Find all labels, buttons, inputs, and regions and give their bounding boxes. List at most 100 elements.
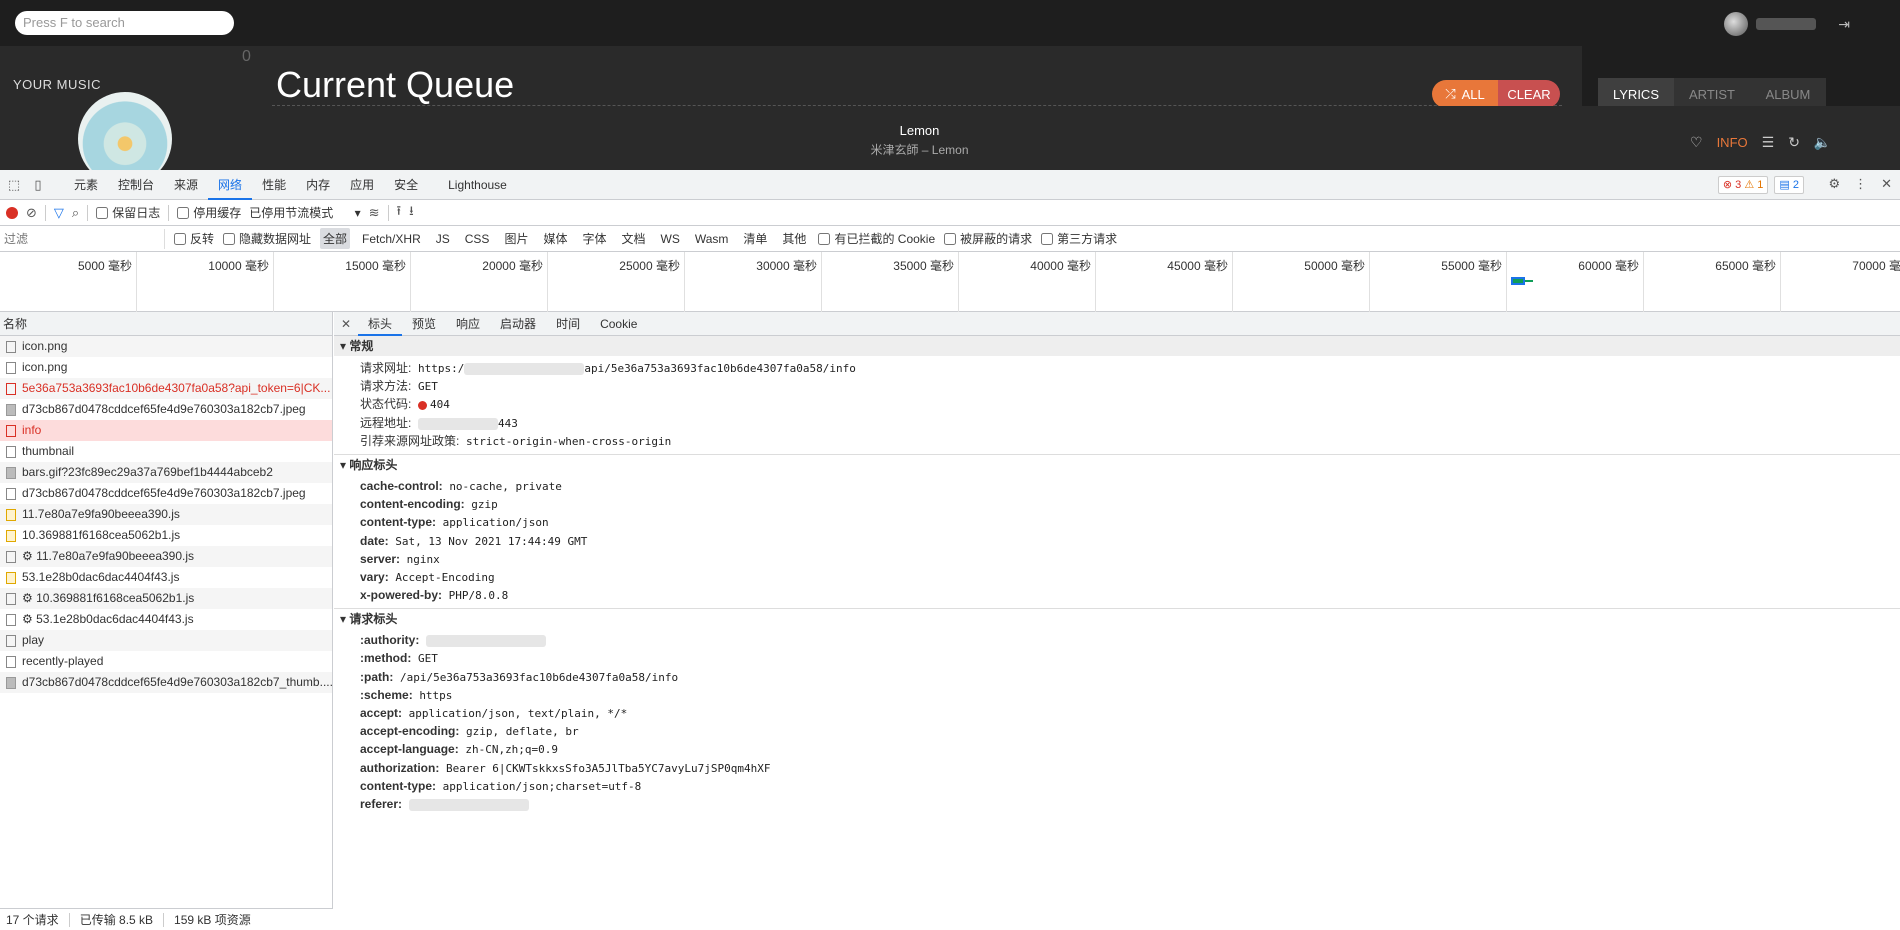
close-icon[interactable]: ✕ — [1881, 176, 1892, 192]
blocked-cookies-checkbox[interactable]: 有已拦截的 Cookie — [818, 230, 935, 247]
devtools-actions: ⚙ ⋮ ✕ — [1828, 176, 1892, 192]
blocked-requests-input[interactable] — [944, 232, 957, 245]
message-badge[interactable]: ▤ 2 — [1774, 176, 1804, 194]
table-row[interactable]: d73cb867d0478cddcef65fe4d9e760303a182cb7… — [0, 483, 332, 504]
equalizer-icon[interactable]: ☰ — [1762, 134, 1775, 151]
table-row[interactable]: info — [0, 420, 332, 441]
tab-headers[interactable]: 标头 — [358, 312, 403, 336]
search-icon[interactable]: ⌕ — [72, 205, 79, 221]
heart-icon[interactable]: ♡ — [1690, 134, 1703, 151]
type-img[interactable]: 图片 — [501, 228, 531, 249]
tab-application[interactable]: 应用 — [340, 170, 384, 200]
table-row[interactable]: ⚙ 11.7e80a7e9fa90beeea390.js — [0, 546, 332, 567]
clear-icon[interactable]: ⊘ — [26, 205, 37, 221]
table-row[interactable]: ⚙ 10.369881f6168cea5062b1.js — [0, 588, 332, 609]
tab-initiator[interactable]: 启动器 — [490, 312, 546, 336]
tab-memory[interactable]: 内存 — [296, 170, 340, 200]
avatar[interactable] — [1724, 12, 1749, 36]
table-row[interactable]: bars.gif?23fc89ec29a37a769bef1b4444abceb… — [0, 462, 332, 483]
gear-icon[interactable]: ⚙ — [1828, 176, 1840, 192]
request-name: recently-played — [22, 654, 104, 668]
table-row[interactable]: icon.png — [0, 336, 332, 357]
timeline-tick: 65000 毫秒 — [1644, 252, 1781, 312]
tab-lighthouse[interactable]: Lighthouse — [438, 170, 517, 200]
tab-preview[interactable]: 预览 — [402, 312, 446, 336]
table-row[interactable]: 5e36a753a3693fac10b6de4307fa0a58?api_tok… — [0, 378, 332, 399]
third-party-input[interactable] — [1041, 232, 1054, 245]
error-warning-badge[interactable]: ⊗ 3 ⚠ 1 — [1717, 176, 1769, 194]
type-fetch-xhr[interactable]: Fetch/XHR — [359, 230, 424, 248]
type-media[interactable]: 媒体 — [540, 228, 570, 249]
section-request-headers[interactable]: ▾ 请求标头 — [334, 608, 1900, 629]
clear-queue-button[interactable]: CLEAR — [1498, 80, 1560, 108]
table-row[interactable]: icon.png — [0, 357, 332, 378]
type-other[interactable]: 其他 — [779, 228, 809, 249]
throttle-select[interactable]: 已停用节流模式 ▾ — [249, 204, 360, 221]
table-row[interactable]: thumbnail — [0, 441, 332, 462]
shuffle-all-button[interactable]: ⤮ ALL — [1432, 80, 1498, 108]
column-header-name[interactable]: 名称 — [0, 312, 332, 336]
table-row[interactable]: 10.369881f6168cea5062b1.js — [0, 525, 332, 546]
repeat-icon[interactable]: ↻ — [1788, 134, 1800, 151]
table-row[interactable]: d73cb867d0478cddcef65fe4d9e760303a182cb7… — [0, 672, 332, 693]
type-wasm[interactable]: Wasm — [692, 230, 732, 248]
tab-timing[interactable]: 时间 — [546, 312, 590, 336]
info-button[interactable]: INFO — [1717, 135, 1748, 150]
more-icon[interactable]: ⋮ — [1854, 176, 1867, 192]
type-doc[interactable]: 文档 — [618, 228, 648, 249]
device-toggle-icon[interactable]: ▯ — [28, 177, 48, 193]
filter-bar: 反转 隐藏数据网址 全部 Fetch/XHR JS CSS 图片 媒体 字体 文… — [0, 226, 1900, 252]
inspect-icon[interactable]: ⬚ — [4, 177, 24, 193]
third-party-checkbox[interactable]: 第三方请求 — [1041, 230, 1117, 247]
section-response-headers[interactable]: ▾ 响应标头 — [334, 453, 1900, 474]
tab-response[interactable]: 响应 — [446, 312, 490, 336]
tab-sources[interactable]: 来源 — [164, 170, 208, 200]
hide-data-urls-checkbox[interactable]: 隐藏数据网址 — [223, 230, 311, 247]
close-icon[interactable]: ✕ — [334, 317, 358, 331]
table-row[interactable]: recently-played — [0, 651, 332, 672]
tab-security[interactable]: 安全 — [384, 170, 428, 200]
header-name: content-type: — [360, 778, 436, 793]
preserve-log-checkbox[interactable]: 保留日志 — [96, 204, 160, 221]
type-ws[interactable]: WS — [658, 230, 683, 248]
blocked-requests-checkbox[interactable]: 被屏蔽的请求 — [944, 230, 1032, 247]
record-icon[interactable] — [6, 206, 18, 219]
type-all[interactable]: 全部 — [320, 228, 351, 249]
tab-cookie[interactable]: Cookie — [590, 312, 647, 336]
table-row[interactable]: d73cb867d0478cddcef65fe4d9e760303a182cb7… — [0, 399, 332, 420]
search-input[interactable]: Press F to search — [15, 11, 234, 35]
filter-input[interactable] — [0, 228, 165, 249]
table-row[interactable]: 11.7e80a7e9fa90beeea390.js — [0, 504, 332, 525]
type-manifest[interactable]: 清单 — [740, 228, 770, 249]
section-general[interactable]: ▾ 常规 — [334, 336, 1900, 356]
hide-data-urls-input[interactable] — [223, 232, 236, 245]
blocked-cookies-input[interactable] — [818, 232, 831, 245]
table-row[interactable]: 53.1e28b0dac6dac4404f43.js — [0, 567, 332, 588]
table-row[interactable]: play — [0, 630, 332, 651]
tab-elements[interactable]: 元素 — [64, 170, 108, 200]
type-css[interactable]: CSS — [462, 230, 493, 248]
import-har-icon[interactable]: ⭱ — [397, 202, 402, 224]
volume-icon[interactable]: 🔈 — [1814, 134, 1831, 151]
export-har-icon[interactable]: ⭳ — [409, 202, 414, 224]
remote-address-row: 远程地址: 443 — [334, 414, 1900, 432]
request-name: icon.png — [22, 360, 68, 374]
type-font[interactable]: 字体 — [579, 228, 609, 249]
tab-performance[interactable]: 性能 — [252, 170, 296, 200]
tab-console[interactable]: 控制台 — [108, 170, 164, 200]
logout-icon[interactable]: ⇥ — [1838, 16, 1850, 33]
invert-input[interactable] — [174, 232, 186, 245]
music-app: Press F to search ⇥ YOUR MUSIC 0 Current… — [0, 0, 1900, 170]
wifi-settings-icon[interactable]: ≋ — [369, 205, 380, 221]
header-row: referer: — [334, 795, 1900, 813]
disable-cache-checkbox[interactable]: 停用缓存 — [177, 204, 241, 221]
disable-cache-input[interactable] — [177, 206, 190, 219]
preserve-log-input[interactable] — [96, 206, 109, 219]
network-overview[interactable]: 5000 毫秒 10000 毫秒 15000 毫秒 20000 毫秒 25000 毫秒 3… — [0, 252, 1900, 312]
filter-icon[interactable]: ▽ — [54, 205, 64, 221]
type-js[interactable]: JS — [433, 230, 453, 248]
table-row[interactable]: ⚙ 53.1e28b0dac6dac4404f43.js — [0, 609, 332, 630]
tab-network[interactable]: 网络 — [208, 170, 253, 200]
invert-checkbox[interactable]: 反转 — [174, 230, 214, 247]
header-value: PHP/8.0.8 — [448, 589, 509, 603]
